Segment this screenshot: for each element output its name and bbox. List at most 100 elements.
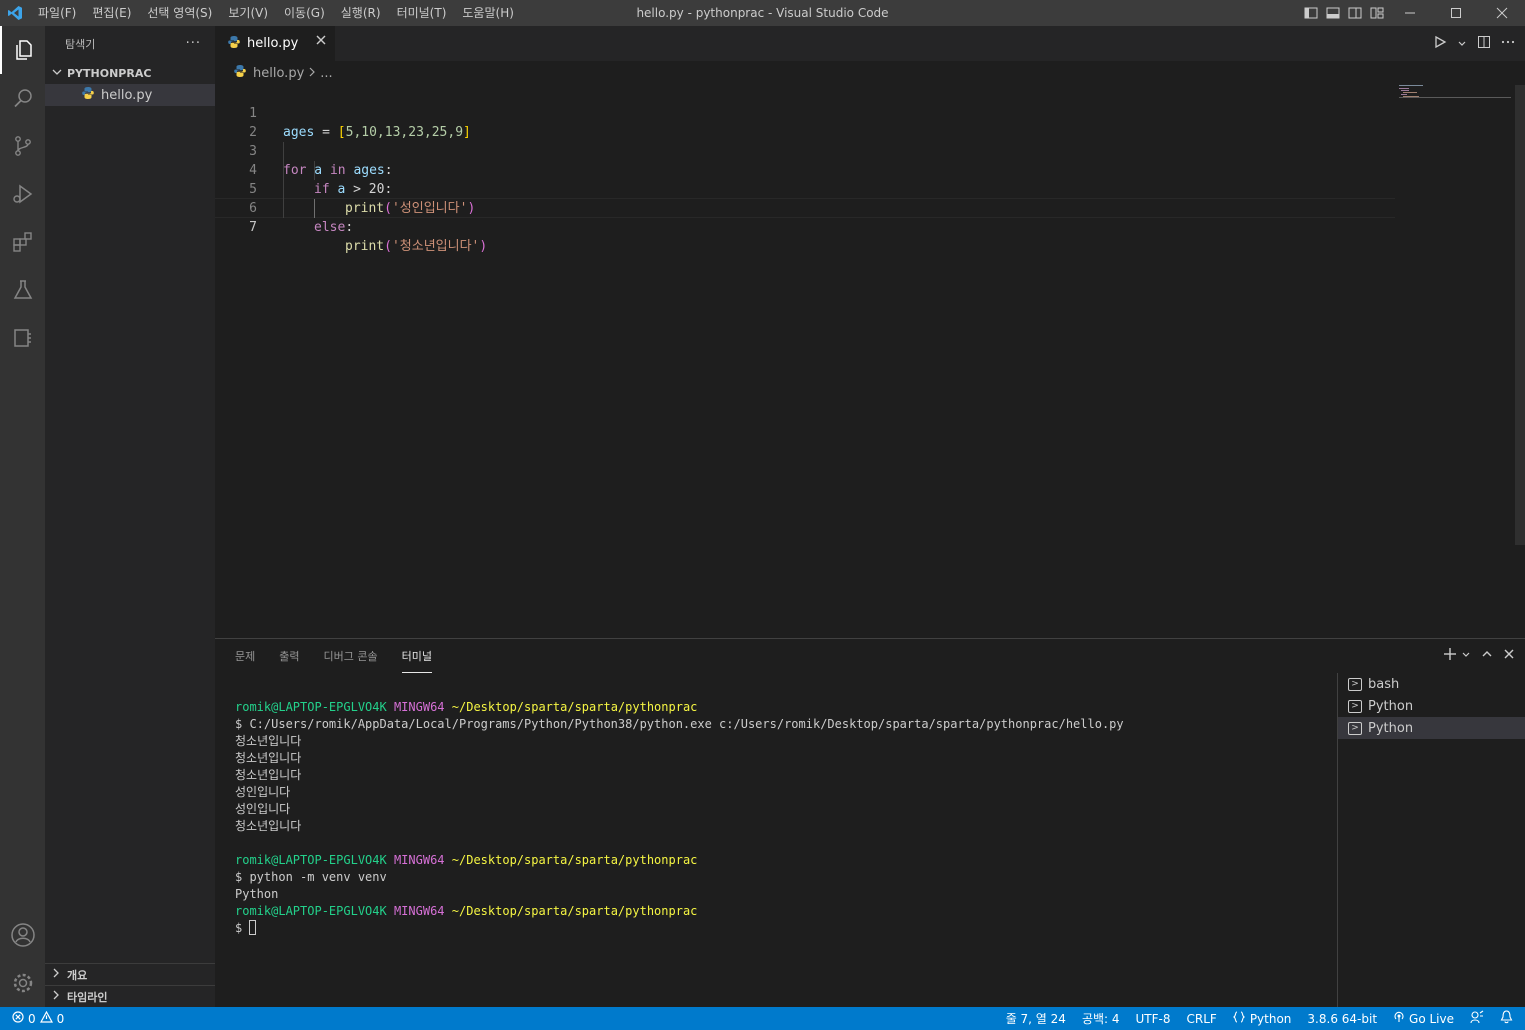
terminal-output-line: Python — [235, 887, 279, 901]
bottom-panel: 문제 출력 디버그 콘솔 터미널 romik@LAPTOP-EPGLVO4K M… — [215, 638, 1525, 1008]
tab-terminal[interactable]: 터미널 — [401, 647, 432, 673]
outline-label: 개요 — [67, 968, 88, 982]
code-line-2: 2 — [215, 104, 1395, 140]
status-problems[interactable]: 0 0 — [12, 1007, 64, 1030]
terminal-output-line: 청소년입니다 — [235, 751, 302, 765]
menu-selection[interactable]: 선택 영역(S) — [139, 0, 220, 26]
toggle-panel-icon[interactable] — [1325, 5, 1341, 21]
source-control-icon[interactable] — [0, 122, 45, 170]
breadcrumb: hello.py ... — [215, 61, 1525, 85]
cursor-position[interactable]: 줄 7, 열 24 — [1006, 1010, 1066, 1027]
menu-help[interactable]: 도움말(H) — [454, 0, 522, 26]
notifications-bell-icon[interactable] — [1500, 1010, 1513, 1027]
activity-bar — [0, 26, 45, 1007]
folder-pythonprac[interactable]: PYTHONPRAC — [45, 62, 215, 84]
breadcrumb-symbols[interactable]: ... — [320, 66, 332, 81]
close-tab-icon[interactable] — [315, 34, 327, 50]
terminal-item-label: bash — [1368, 676, 1400, 692]
vscode-logo-icon — [0, 0, 30, 26]
menu-bar: 파일(F) 편집(E) 선택 영역(S) 보기(V) 이동(G) 실행(R) 터… — [30, 0, 522, 26]
indentation[interactable]: 공백: 4 — [1082, 1010, 1120, 1027]
menu-terminal[interactable]: 터미널(T) — [389, 0, 455, 26]
accounts-icon[interactable] — [0, 911, 45, 959]
settings-gear-icon[interactable] — [0, 959, 45, 1007]
tab-problems[interactable]: 문제 — [235, 647, 255, 673]
notebook-icon[interactable] — [0, 314, 45, 362]
end-of-line[interactable]: CRLF — [1187, 1012, 1217, 1026]
file-hello-py[interactable]: hello.py — [45, 84, 215, 106]
terminal-output-line: 청소년입니다 — [235, 734, 302, 748]
line-number: 7 — [249, 220, 257, 235]
file-label: hello.py — [101, 87, 153, 103]
chevron-right-icon — [308, 66, 316, 81]
customize-layout-icon[interactable] — [1369, 5, 1385, 21]
code-line-7: 7 print('청소년입니다') — [215, 198, 1395, 254]
chevron-down-icon[interactable] — [1457, 34, 1467, 53]
feedback-icon[interactable] — [1470, 1010, 1484, 1027]
menu-edit[interactable]: 편집(E) — [84, 0, 139, 26]
go-live-button[interactable]: Go Live — [1393, 1011, 1454, 1026]
warning-icon — [39, 1010, 53, 1026]
chevron-down-icon — [51, 66, 63, 81]
close-panel-icon[interactable] — [1503, 648, 1515, 664]
extensions-icon[interactable] — [0, 218, 45, 266]
tab-output[interactable]: 출력 — [279, 647, 299, 673]
menu-view[interactable]: 보기(V) — [220, 0, 276, 26]
terminal-output[interactable]: romik@LAPTOP-EPGLVO4K MINGW64 ~/Desktop/… — [235, 699, 1335, 937]
python-interpreter[interactable]: 3.8.6 64-bit — [1307, 1012, 1377, 1026]
toggle-sidebar-icon[interactable] — [1303, 5, 1319, 21]
editor-scrollbar[interactable] — [1515, 85, 1525, 545]
outline-section[interactable]: 개요 — [45, 963, 215, 985]
indent-guide — [283, 142, 284, 218]
tab-hello-py[interactable]: hello.py — [215, 26, 335, 61]
search-icon[interactable] — [0, 74, 45, 122]
code-editor[interactable]: 1 ages = [5,10,13,23,25,9] 2 3 for a in … — [215, 85, 1525, 638]
terminal-icon: > — [1348, 677, 1362, 691]
menu-file[interactable]: 파일(F) — [30, 0, 84, 26]
new-terminal-plus-icon[interactable] — [1443, 647, 1457, 665]
terminal-item-bash[interactable]: > bash — [1338, 673, 1525, 695]
close-window-icon[interactable] — [1479, 0, 1525, 26]
explorer-icon[interactable] — [0, 26, 45, 74]
terminal-icon: > — [1348, 721, 1362, 735]
menu-run[interactable]: 실행(R) — [333, 0, 389, 26]
encoding[interactable]: UTF-8 — [1136, 1012, 1171, 1026]
minimize-icon[interactable] — [1387, 0, 1433, 26]
terminal-item-label: Python — [1368, 698, 1414, 714]
testing-flask-icon[interactable] — [0, 266, 45, 314]
chevron-right-icon — [51, 968, 61, 981]
more-actions-icon[interactable] — [1501, 34, 1515, 53]
run-python-file-icon[interactable] — [1433, 34, 1447, 53]
layout-controls — [1303, 0, 1385, 26]
language-mode[interactable]: Python — [1232, 1011, 1291, 1026]
tab-label: hello.py — [247, 36, 299, 51]
indent-guide — [314, 161, 315, 180]
toggle-secondary-sidebar-icon[interactable] — [1347, 5, 1363, 21]
editor-actions — [1433, 26, 1515, 61]
run-debug-icon[interactable] — [0, 170, 45, 218]
terminal-item-python-active[interactable]: > Python — [1338, 717, 1525, 739]
minimap[interactable] — [1399, 85, 1511, 99]
code-line-3: 3 for a in ages: — [215, 123, 1395, 178]
timeline-label: 타임라인 — [67, 990, 108, 1004]
chevron-down-icon[interactable] — [1461, 648, 1471, 664]
maximize-panel-icon[interactable] — [1481, 648, 1493, 664]
tab-debug-console[interactable]: 디버그 콘솔 — [324, 647, 378, 673]
timeline-section[interactable]: 타임라인 — [45, 985, 215, 1007]
terminal-prompt-line: romik@LAPTOP-EPGLVO4K MINGW64 ~/Desktop/… — [235, 853, 698, 867]
explorer-header: 탐색기 ··· — [45, 26, 215, 62]
terminal-input-line[interactable]: $ — [235, 920, 1335, 937]
breadcrumb-file[interactable]: hello.py — [253, 66, 304, 81]
terminal-item-python[interactable]: > Python — [1338, 695, 1525, 717]
maximize-icon[interactable] — [1433, 0, 1479, 26]
vscode-window: 파일(F) 편집(E) 선택 영역(S) 보기(V) 이동(G) 실행(R) 터… — [0, 0, 1525, 1030]
python-file-icon — [233, 64, 247, 82]
menu-go[interactable]: 이동(G) — [276, 0, 333, 26]
broadcast-icon — [1393, 1011, 1405, 1026]
terminal-item-label: Python — [1368, 720, 1414, 736]
more-actions-icon[interactable]: ··· — [186, 36, 201, 51]
indent-guide — [314, 199, 315, 218]
explorer-title: 탐색기 — [65, 38, 96, 51]
code-line-6: 6 else: — [215, 180, 1395, 235]
split-editor-icon[interactable] — [1477, 34, 1491, 53]
